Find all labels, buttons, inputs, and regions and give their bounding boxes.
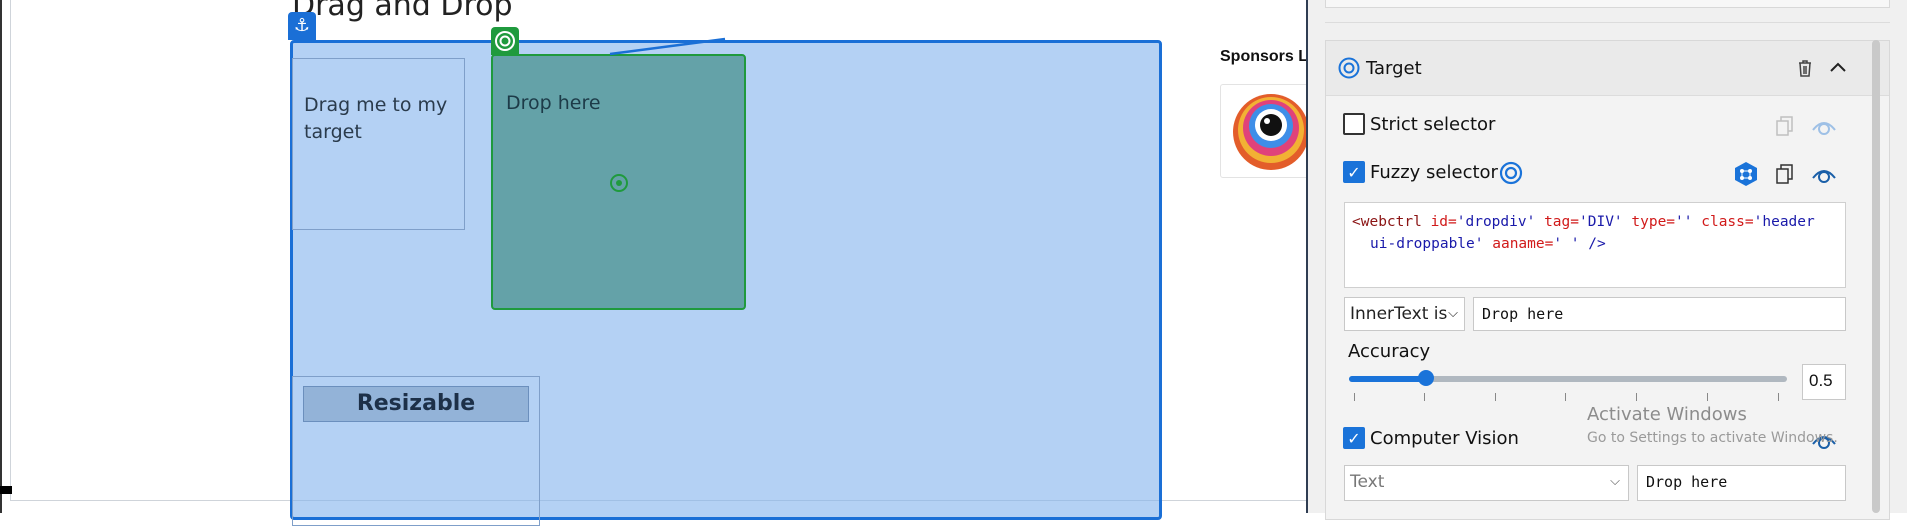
code-attr: aaname= [1483,236,1554,252]
anchor-icon[interactable]: ⚓ [288,12,316,40]
code-attr: tag= [1535,214,1579,230]
slider-tick [1778,393,1779,401]
cv-text-input[interactable]: Drop here [1637,465,1846,501]
fuzzy-selector-checkbox[interactable]: ✓ [1343,161,1365,183]
cv-type-select[interactable]: Text ⌵ [1344,465,1629,501]
slider-tick [1424,393,1425,401]
droppable-label: Drop here [506,92,601,114]
innertext-select-label: InnerText is [1350,304,1448,324]
delete-icon[interactable] [1794,57,1816,79]
target-icon[interactable] [1498,160,1524,186]
slider-tick [1565,393,1566,401]
eye-icon[interactable] [1810,114,1838,140]
slider-tick [1354,393,1355,401]
selector-code-editor[interactable]: <webctrl id='dropdiv' tag='DIV' type='' … [1344,202,1846,288]
code-value: '' [1675,214,1693,230]
code-tag: <webctrl [1352,214,1422,230]
innertext-input[interactable]: Drop here [1473,297,1846,331]
page-title: Drag and Drop [292,0,513,23]
code-value: ' ' [1553,236,1580,252]
chevron-down-icon: ⌵ [1448,306,1458,321]
accuracy-slider-thumb[interactable] [1418,370,1434,386]
slider-tick [1636,393,1637,401]
accuracy-slider-fill [1349,376,1427,382]
resizable-header: Resizable [303,386,529,422]
anchor-link-line [609,37,726,56]
activate-windows-subtitle: Go to Settings to activate Windows. [1587,430,1838,446]
code-attr: class= [1692,214,1754,230]
draggable-label: Drag me to my target [304,94,448,143]
code-value: 'DIV' [1579,214,1623,230]
target-icon [1338,57,1360,79]
accuracy-label: Accuracy [1348,341,1431,362]
code-attr: id= [1421,214,1457,230]
network-icon[interactable] [1732,160,1760,188]
strict-selector-label: Strict selector [1370,114,1496,135]
code-value: 'dropdiv' [1456,214,1536,230]
copy-icon[interactable] [1774,115,1796,139]
cv-type-select-label: Text [1350,472,1385,492]
previous-card [1325,0,1890,8]
target-title: Target [1366,58,1422,79]
page-left-border [10,0,11,500]
chevron-down-icon: ⌵ [1610,474,1620,489]
strict-selector-checkbox[interactable] [1343,113,1365,135]
fuzzy-selector-label: Fuzzy selector [1370,162,1498,183]
code-value: ui-droppable' [1370,236,1484,252]
accuracy-value-input[interactable]: 0.5 [1802,364,1846,400]
code-tag: /> [1579,236,1606,252]
code-attr: type= [1622,214,1676,230]
crosshair-icon [610,174,628,192]
activate-windows-title: Activate Windows [1587,404,1747,425]
slider-tick [1495,393,1496,401]
innertext-select[interactable]: InnerText is ⌵ [1344,297,1465,331]
cursor-marker [0,486,12,494]
copy-icon[interactable] [1774,163,1796,187]
sponsors-label: Sponsors Li [1220,48,1313,65]
eye-icon[interactable] [1810,162,1838,188]
window-edge [0,0,2,513]
panel-scrollbar[interactable] [1872,40,1880,513]
computer-vision-label: Computer Vision [1370,428,1519,449]
computer-vision-checkbox[interactable]: ✓ [1343,427,1365,449]
separator [1325,22,1890,23]
slider-tick [1707,393,1708,401]
sponsor-card[interactable] [1220,84,1320,178]
chevron-up-icon[interactable] [1828,58,1848,78]
target-icon[interactable] [491,27,519,55]
code-value: 'header [1753,214,1815,230]
